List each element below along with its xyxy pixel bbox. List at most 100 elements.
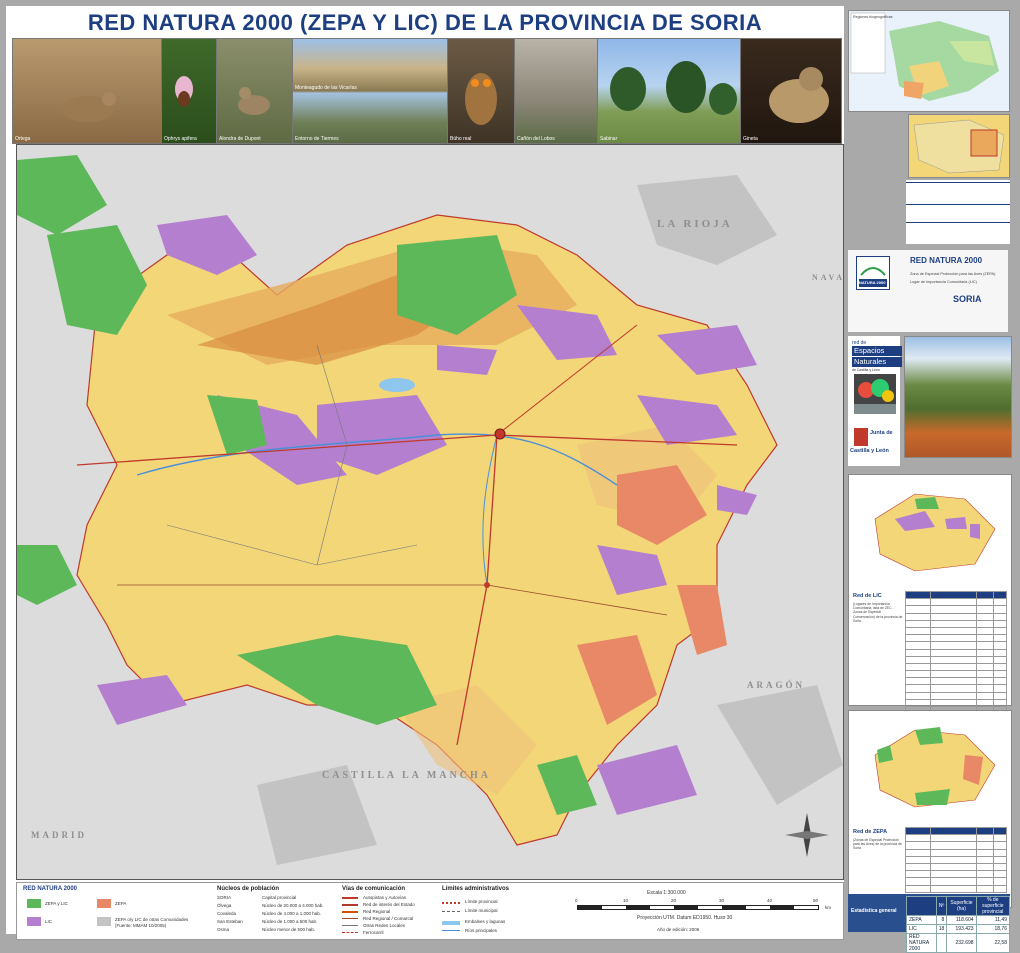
photo-tiermes: Monteagudo de las Vicarías Entorno de Ti… — [292, 38, 448, 144]
limite-swatch — [442, 902, 460, 905]
nucleo-label: Núcleo de 20.000 a 4.000 hab. — [262, 903, 324, 908]
legend-title: RED NATURA 2000 — [23, 886, 78, 892]
edition-text: Año de edición: 2006 — [657, 927, 700, 932]
stats-cell: 118.604 — [946, 915, 977, 925]
zepa-box-subtitle: (Zonas de Especial Protección para las A… — [853, 838, 902, 851]
lic-area[interactable] — [437, 345, 497, 375]
projection-text: Proyección UTM. Datum ED1950. Huso 30 — [637, 915, 733, 921]
stats-cell: ZEPA — [906, 915, 937, 925]
region-label-castilla: CASTILLA — [322, 770, 397, 781]
nucleo-symbol: Covaleda — [217, 911, 237, 916]
scale-tick: 10 — [623, 898, 629, 903]
nucleo-label: Núcleo menor de 500 hab. — [262, 927, 316, 932]
nucleo-symbol: Ólvega — [217, 903, 232, 908]
legend-label-zepa: ZEPA — [115, 901, 127, 906]
scale-tick: 0 — [575, 898, 578, 903]
lic-info-box: Red de LIC (Lugares de Importancia Comun… — [848, 474, 1012, 715]
stats-title: Estadística general — [851, 908, 897, 914]
junta-label: Junta de — [870, 430, 893, 436]
province-map[interactable]: LA RIOJA NAVARRA ARAGÓN CASTILLA LA MANC… — [16, 144, 844, 880]
naturales-label: Naturales — [852, 357, 902, 367]
photo-caption: Búho real — [450, 136, 472, 142]
stats-row: RED NATURA 2000 232.698 22,58 — [906, 933, 1011, 953]
scale-bar — [577, 905, 819, 910]
photo-caption: Cañón del Lobos — [517, 136, 555, 142]
nucleo-symbol: Osma — [217, 927, 230, 932]
photo-caption: Alondra de Dupont — [219, 136, 261, 142]
scale-tick: 30 — [719, 898, 725, 903]
limite-swatch — [442, 911, 460, 913]
stats-box: Estadística general Nº Superficie (ha) %… — [848, 894, 1011, 953]
natura-logo-text: NATURA 2000 — [859, 280, 886, 285]
stats-cell: 18,76 — [975, 924, 1011, 934]
nucleo-symbol: SORIA — [217, 895, 232, 900]
stats-cell: 232.698 — [946, 933, 977, 953]
hidro-swatch — [442, 930, 460, 931]
legend-limites-title: Límites administrativos — [442, 886, 510, 892]
red-natura-header: NATURA 2000 RED NATURA 2000 Zona de Espe… — [848, 250, 1008, 332]
zepa-table — [905, 826, 1007, 893]
europe-map-canvas — [850, 12, 999, 101]
region-label-aragon: ARAGÓN — [747, 680, 805, 690]
stats-row: ZEPA 8 118.604 11,49 — [906, 915, 1011, 925]
zepa-box-title: Red de ZEPA — [853, 829, 888, 835]
europe-legend-title: Regiones biogeográficas — [853, 15, 893, 19]
limite-label: Límite municipal — [465, 908, 498, 913]
via-label: Red Regional / Comarcal — [363, 916, 414, 921]
photo-ortega: Ortega — [12, 38, 162, 144]
stats-cell: 193.423 — [946, 924, 977, 934]
zepa-overview-map — [874, 727, 996, 808]
stats-cell: 22,58 — [975, 933, 1011, 953]
via-swatch — [342, 918, 358, 919]
legend-nucleos-title: Núcleos de población — [217, 886, 280, 892]
photo-sabinar-image — [610, 61, 737, 115]
stats-header-cell: % de superficie provincial — [975, 896, 1011, 916]
info-divider — [906, 222, 1010, 223]
photo-alondra-image — [238, 87, 270, 115]
via-swatch — [342, 911, 358, 913]
scale-tick: 20 — [671, 898, 677, 903]
espacios-naturales-logo: red de Espacios Naturales de Castilla y … — [848, 336, 902, 466]
photo-buho-image — [465, 73, 497, 125]
photo-caption: Sabinar — [600, 136, 618, 142]
via-swatch — [342, 925, 358, 926]
photo-caption: Ophrys apifera — [164, 136, 197, 142]
stats-header-cell — [906, 896, 937, 916]
region-label-la-rioja: LA RIOJA — [657, 218, 733, 230]
lic-subtitle: Lugar de Importancia Comunitaria (LIC) — [910, 280, 977, 284]
info-block — [906, 180, 1010, 244]
nucleo-label: Capital provincial — [262, 895, 297, 900]
hidro-swatch — [442, 921, 460, 925]
via-label: Ferrocarril — [363, 930, 384, 935]
map-legend: RED NATURA 2000 ZEPA y LIC ZEPA LIC ZEPA… — [16, 882, 844, 940]
stats-row: LIC 18 193.423 18,76 — [906, 924, 1011, 934]
stats-table: Nº Superficie (ha) % de superficie provi… — [906, 896, 1011, 953]
via-swatch — [342, 932, 358, 934]
natura-2000-logo: NATURA 2000 — [856, 256, 890, 290]
stats-header-cell: Nº — [935, 896, 948, 916]
via-label: Otras Redes Locales — [363, 923, 406, 928]
legend-swatch-zepa — [97, 899, 111, 908]
red-natura-title: RED NATURA 2000 — [910, 256, 983, 265]
legend-swatch-zepa-lic — [27, 899, 41, 908]
legend-label-zepa-lic: ZEPA y LIC — [45, 901, 68, 906]
nucleo-label: Núcleo de 4.000 a 1.000 hab. — [262, 911, 322, 916]
scale-text: Escala 1:300.000 — [647, 890, 686, 896]
scale-tick: 50 — [813, 898, 819, 903]
legend-label-outside: ZEPA o/y LIC de otras Comunidades — [115, 917, 189, 922]
capital-soria-marker[interactable] — [494, 428, 506, 440]
reservoir-cuerda-del-pozo — [379, 378, 415, 392]
via-label: Autopistas y Autovías — [363, 895, 407, 900]
stats-cell: RED NATURA 2000 — [906, 933, 937, 953]
trees-logo-icon — [854, 374, 896, 414]
region-label-madrid: MADRID — [31, 830, 87, 840]
town-marker[interactable] — [484, 582, 490, 588]
hidro-label: Embalses y lagunas — [465, 919, 506, 924]
photo-caption: Ortega — [15, 136, 31, 142]
scale-unit: km — [825, 905, 831, 910]
lic-table — [905, 590, 1007, 715]
stats-cell — [935, 933, 948, 953]
locator-map-canvas — [913, 119, 1005, 174]
stats-cell: 18 — [935, 924, 948, 934]
map-canvas: LA RIOJA NAVARRA ARAGÓN CASTILLA LA MANC… — [17, 145, 843, 879]
